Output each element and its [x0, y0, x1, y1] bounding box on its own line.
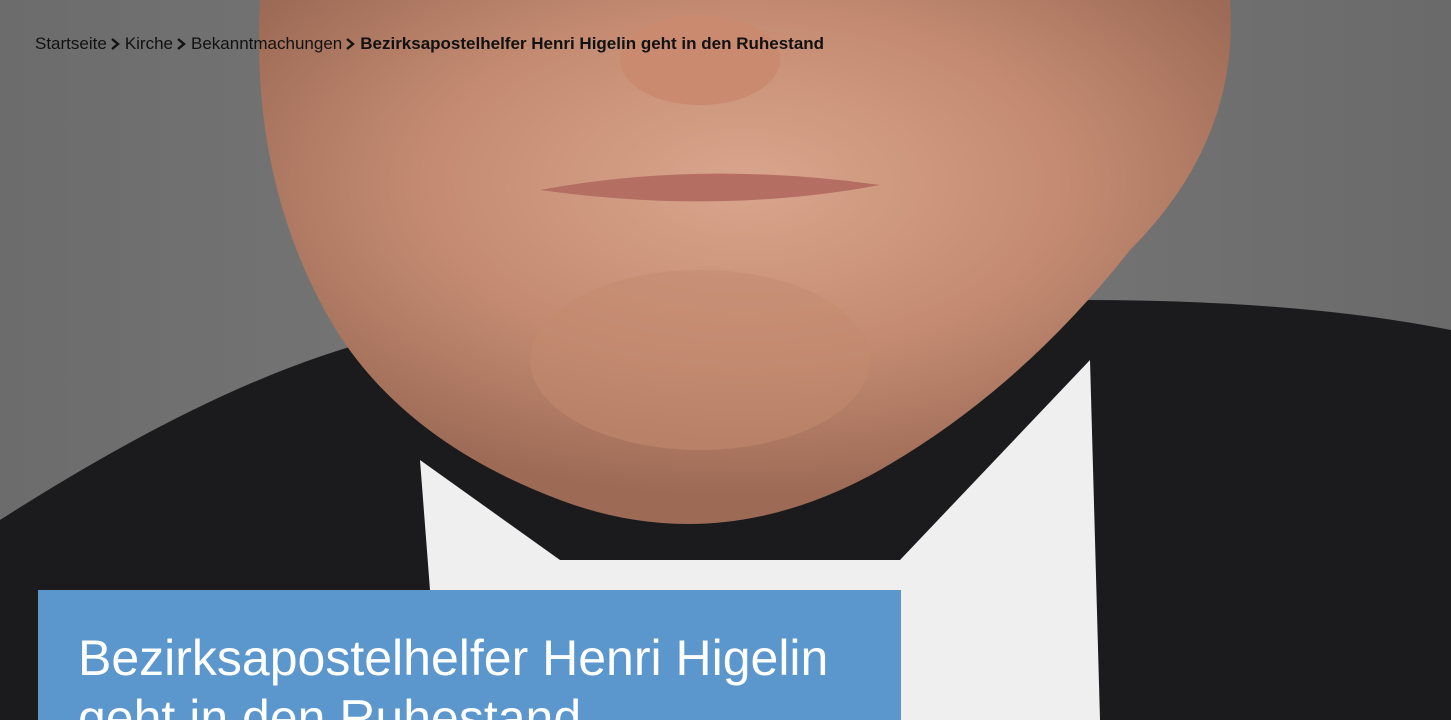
breadcrumb-link-home[interactable]: Startseite — [35, 32, 107, 56]
chevron-right-icon — [174, 37, 190, 51]
chevron-right-icon — [343, 37, 359, 51]
breadcrumb-link-kirche[interactable]: Kirche — [125, 32, 173, 56]
hero-section: Startseite Kirche Bekanntmachungen Bezir… — [0, 0, 1451, 720]
breadcrumb-current-page: Bezirksapostelhelfer Henri Higelin geht … — [360, 34, 825, 53]
breadcrumb: Startseite Kirche Bekanntmachungen Bezir… — [35, 32, 824, 56]
breadcrumb-link-bekanntmachungen[interactable]: Bekanntmachungen — [191, 32, 342, 56]
title-box: Bezirksapostelhelfer Henri Higelin geht … — [38, 590, 901, 720]
page-title: Bezirksapostelhelfer Henri Higelin geht … — [78, 630, 829, 720]
chevron-right-icon — [108, 37, 124, 51]
